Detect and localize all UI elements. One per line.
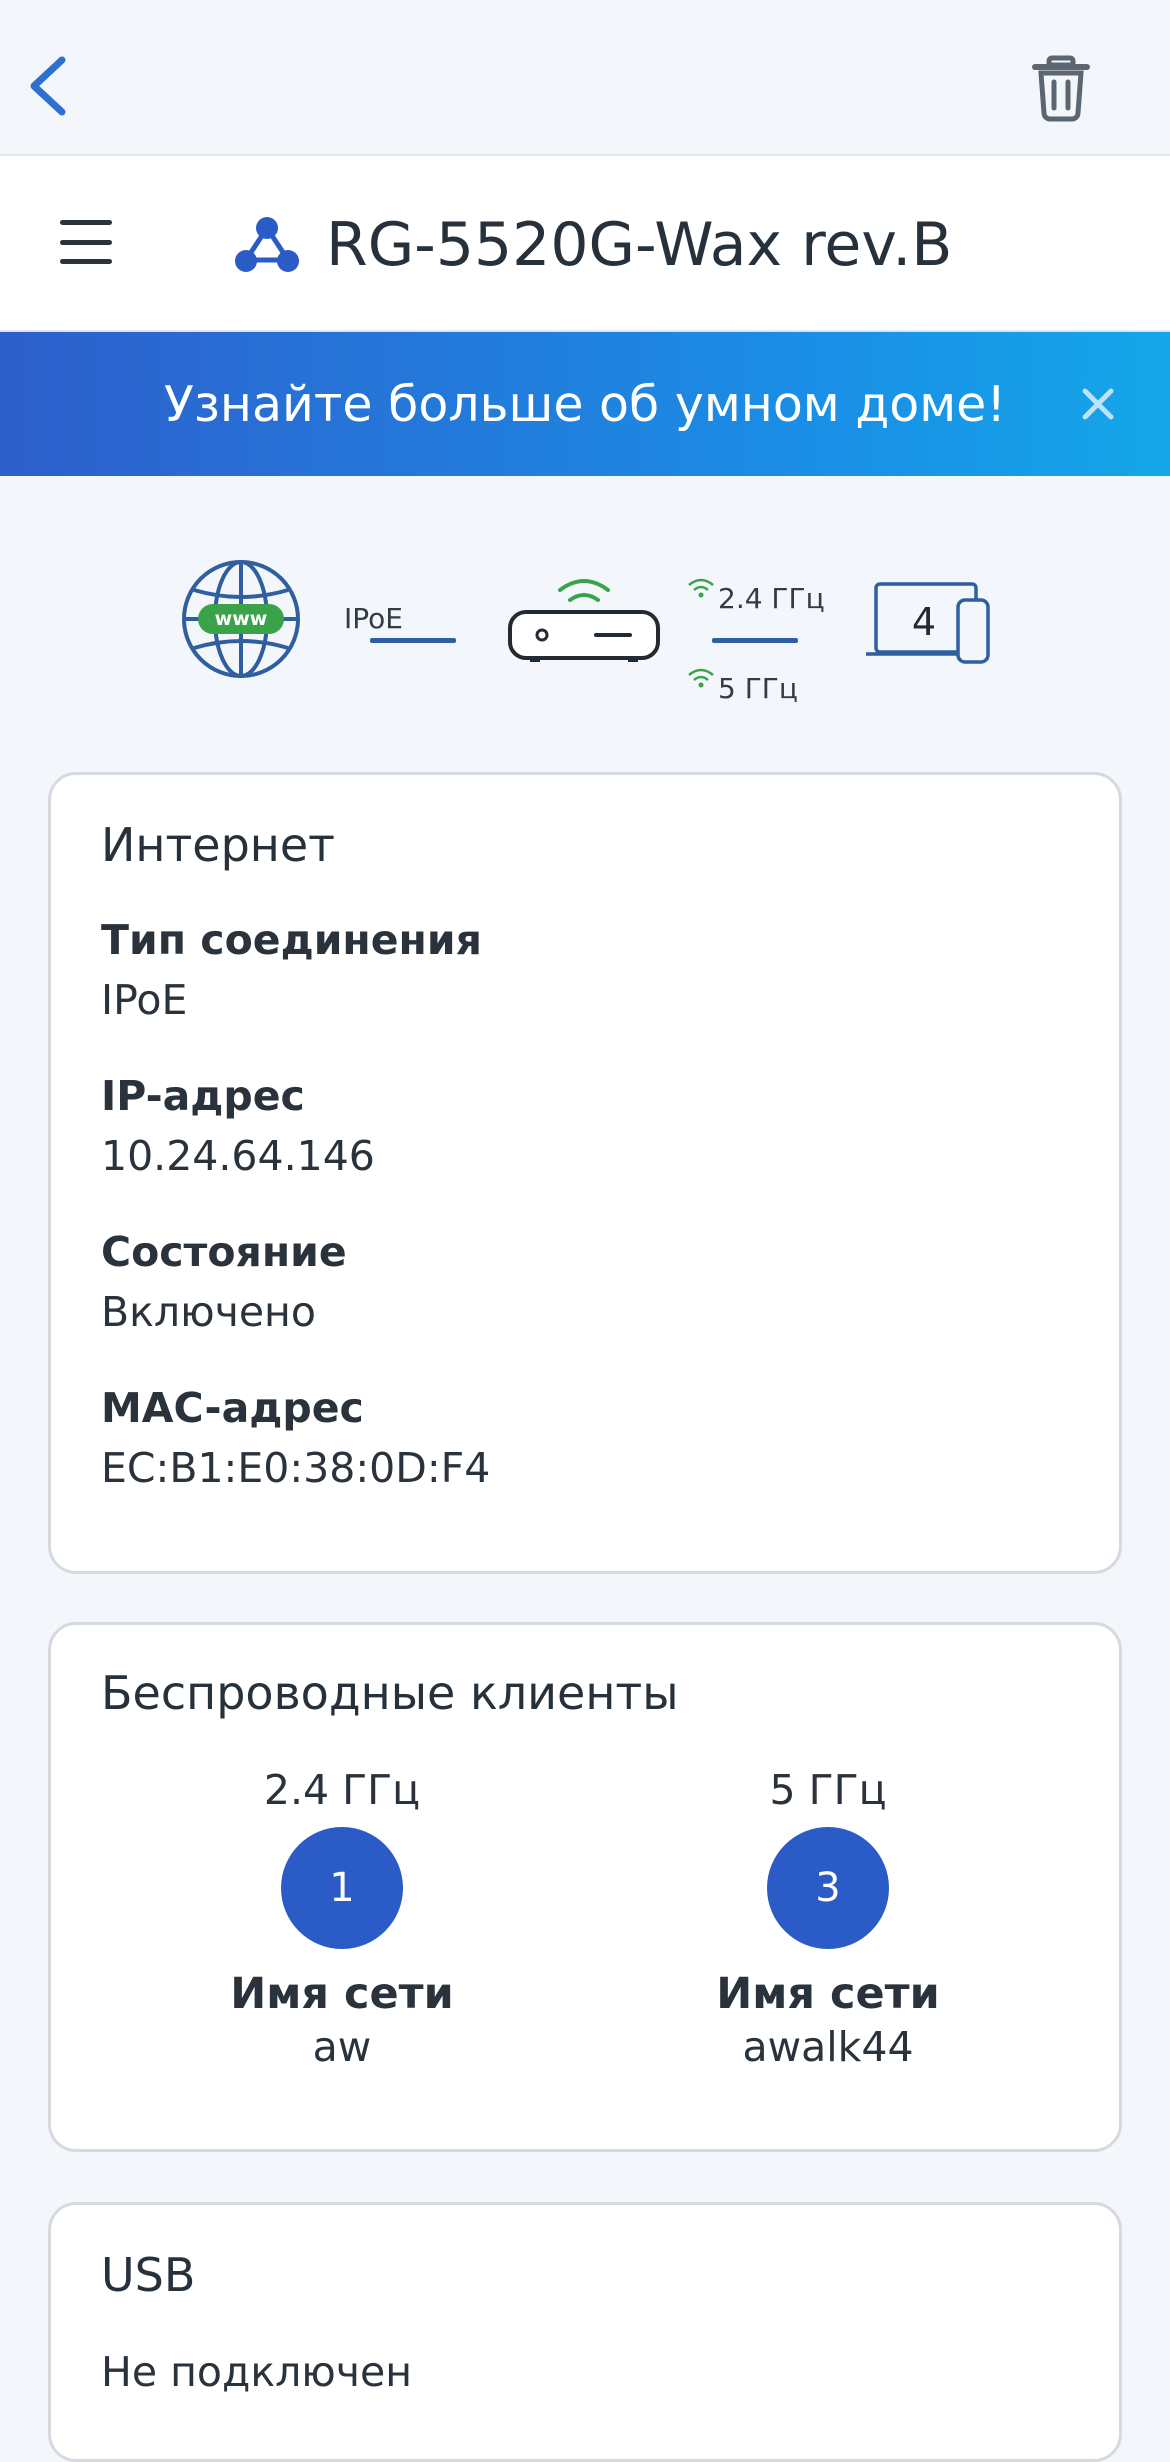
wlan-link-line [712, 638, 798, 643]
mac-address-label: MAC-адрес [101, 1384, 364, 1432]
network-nodes-icon [235, 217, 299, 272]
band-24-clients-count[interactable]: 1 [281, 1827, 403, 1949]
band-5-clients-count[interactable]: 3 [767, 1827, 889, 1949]
band-24-column: 2.4 ГГц 1 Имя сети aw [142, 1765, 542, 2073]
band-24-label: 2.4 ГГц [263, 1766, 421, 1814]
connection-type-value: IPoE [101, 976, 188, 1024]
ip-address-label: IP-адрес [101, 1072, 305, 1120]
wifi-5-icon [688, 668, 714, 688]
menu-line [60, 220, 112, 225]
band-5-network-label: Имя сети [716, 1969, 940, 2019]
internet-card[interactable]: Интернет Тип соединения IPoE IP-адрес 10… [48, 772, 1122, 1574]
menu-line [60, 239, 112, 245]
connection-type-label: Тип соединения [101, 916, 482, 964]
wireless-clients-card[interactable]: Беспроводные клиенты 2.4 ГГц 1 Имя сети … [48, 1622, 1122, 2152]
close-icon [1082, 388, 1114, 420]
banner-text: Узнайте больше об умном доме! [164, 376, 1006, 433]
band-5-label: 5 ГГц [769, 1766, 887, 1814]
menu-line [60, 259, 112, 264]
wan-link-line [370, 638, 456, 643]
wifi-24-icon [688, 578, 714, 598]
state-label: Состояние [101, 1228, 347, 1276]
top-bar [0, 0, 1170, 154]
chevron-left-icon [30, 56, 66, 116]
back-button[interactable] [18, 50, 78, 122]
band-24-label: 2.4 ГГц [718, 582, 825, 615]
wireless-card-title: Беспроводные клиенты [101, 1666, 679, 1720]
ip-address-value: 10.24.64.146 [101, 1132, 375, 1180]
usb-card[interactable]: USB Не подключен [48, 2202, 1122, 2462]
mac-address-value: EC:B1:E0:38:0D:F4 [101, 1444, 491, 1492]
trash-icon [1032, 55, 1090, 122]
connection-type-label: IPoE [344, 602, 403, 635]
router-icon [508, 579, 660, 662]
band-5-label: 5 ГГц [718, 672, 798, 705]
delete-button[interactable] [1024, 44, 1098, 130]
band-24-network-label: Имя сети [230, 1969, 454, 2019]
banner-close-button[interactable] [1070, 368, 1126, 440]
state-value: Включено [101, 1288, 316, 1336]
smart-home-banner[interactable]: Узнайте больше об умном доме! [0, 332, 1170, 476]
clients-count: 4 [911, 600, 937, 644]
device-name: RG-5520G-Wax rev.B [326, 210, 953, 280]
network-topology: www IPoE 2.4 ГГц 5 ГГц 4 [0, 540, 1170, 720]
device-header: RG-5520G-Wax rev.B [0, 154, 1170, 332]
band-5-network-name: awalk44 [742, 2023, 914, 2071]
band-24-network-name: aw [312, 2023, 372, 2071]
internet-badge: www [214, 608, 268, 630]
internet-card-title: Интернет [101, 818, 335, 872]
menu-button[interactable] [56, 214, 116, 270]
usb-status: Не подключен [101, 2348, 413, 2396]
band-5-column: 5 ГГц 3 Имя сети awalk44 [628, 1765, 1028, 2073]
usb-card-title: USB [101, 2248, 196, 2302]
